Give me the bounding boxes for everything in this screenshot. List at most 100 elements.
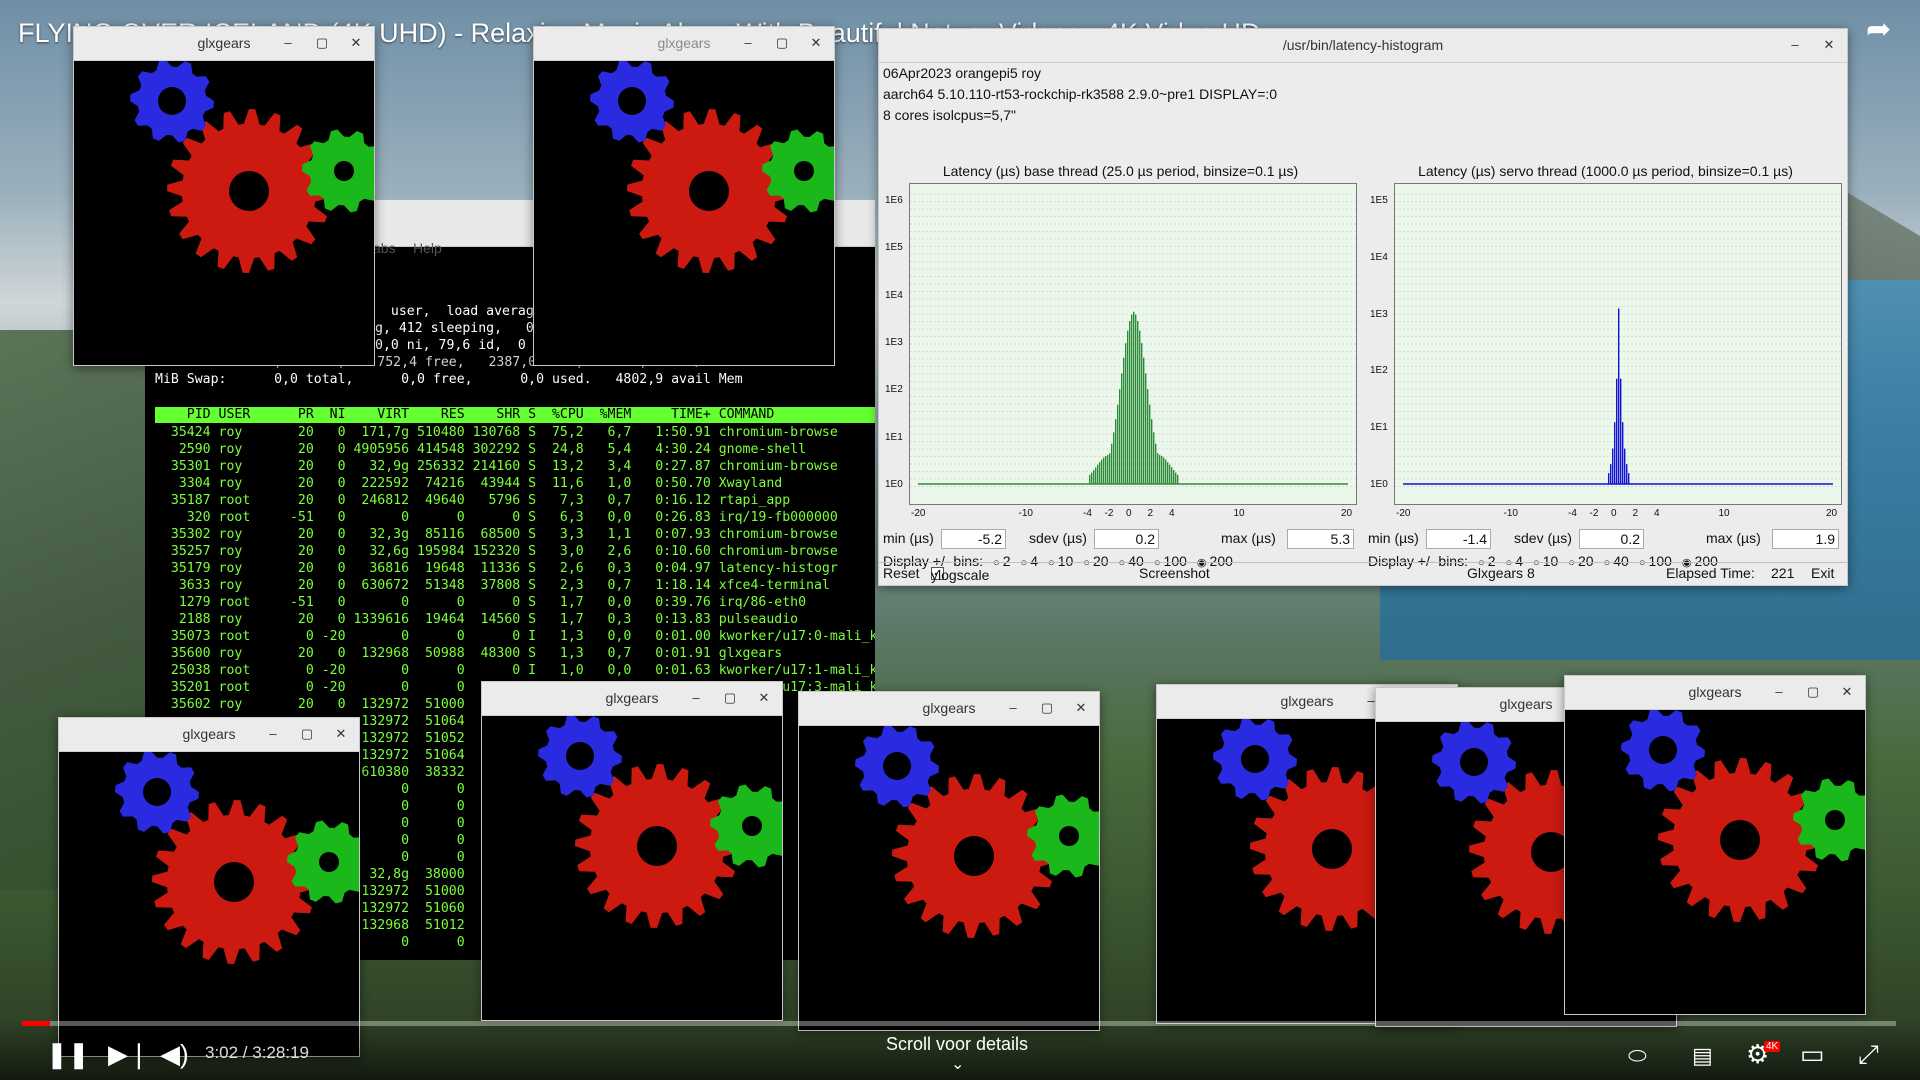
minimize-icon[interactable]: – [1785,35,1805,55]
glxgears-window[interactable]: glxgears–▢✕ [73,26,375,366]
histogram-bar [1113,432,1115,484]
close-icon[interactable]: ✕ [806,33,826,53]
gear-hole [1059,826,1079,846]
base-max-value: 5.3 [1287,529,1354,549]
minimize-icon[interactable]: – [263,724,283,744]
window-titlebar[interactable]: glxgears–▢✕ [1565,676,1865,710]
window-titlebar[interactable]: glxgears–▢✕ [74,27,374,61]
histogram-bar [1115,419,1117,484]
pause-icon[interactable]: ❚❚ [46,1040,90,1068]
window-titlebar[interactable]: glxgears–▢✕ [482,682,782,716]
menu-help[interactable]: Help [413,240,442,256]
histogram-bar [1624,448,1626,484]
share-icon[interactable]: ➦ [1866,15,1891,45]
y-tick-label: 1E3 [1370,308,1388,320]
exit-fullscreen-icon[interactable]: ⤢ [1858,1040,1879,1068]
histogram-bar [1123,357,1125,484]
minimize-icon[interactable]: – [1003,698,1023,718]
info-line: 06Apr2023 orangepi5 roy [883,65,1042,81]
process-row: 3633 roy 20 0 630672 51348 37808 S 2,3 0… [155,578,830,593]
volume-icon[interactable]: ◀) [160,1040,189,1068]
histogram-bar [1101,459,1103,484]
screenshot-button[interactable]: Screenshot [1139,565,1210,581]
gear-hole [334,161,354,181]
maximize-icon[interactable]: ▢ [297,724,317,744]
scroll-hint[interactable]: Scroll voor details [886,1034,1028,1055]
close-icon[interactable]: ✕ [1819,35,1839,55]
glxgears-window[interactable]: glxgears–▢✕ [798,691,1100,1031]
elapsed-value: 221 [1771,565,1795,581]
subtitles-icon[interactable]: ▤ [1692,1042,1713,1070]
gear-hole [566,742,594,770]
glxgears-window[interactable]: glxgears–▢✕ [58,717,360,1057]
menu-tabs[interactable]: abs [373,240,396,256]
next-icon[interactable]: ▶❘ [108,1040,150,1068]
histogram-bar [1127,330,1129,484]
reset-button[interactable]: Reset [883,565,920,581]
histogram-bar [1608,473,1610,484]
base-thread-panel: Latency (µs) base thread (25.0 µs period… [879,161,1362,589]
glxgears-window[interactable]: glxgears–▢✕ [481,681,783,1021]
x-tick-label: 10 [1233,508,1245,519]
autoplay-toggle-icon[interactable]: ⬭ [1628,1042,1647,1070]
gear-hole [794,161,814,181]
window-titlebar[interactable]: /usr/bin/latency-histogram – ✕ [879,29,1847,63]
window-titlebar[interactable]: glxgears–▢✕ [59,718,359,752]
histogram-bar [1095,467,1097,484]
histogram-svg [1395,193,1841,487]
gear-hole [229,171,269,211]
glxgears-window[interactable]: glxgears–▢✕ [533,26,835,366]
histogram-bar [1177,474,1179,484]
minimize-icon[interactable]: – [686,688,706,708]
x-tick-label: -4 [1568,508,1577,519]
maximize-icon[interactable]: ▢ [1037,698,1057,718]
maximize-icon[interactable]: ▢ [1803,682,1823,702]
info-line: 8 cores isolcpus=5,7" [883,107,1016,123]
y-tick-label: 1E4 [1370,251,1388,263]
close-icon[interactable]: ✕ [1837,682,1857,702]
close-icon[interactable]: ✕ [754,688,774,708]
histogram-bar [1131,314,1133,484]
minimize-icon[interactable]: – [738,33,758,53]
y-tick-label: 1E1 [885,431,903,443]
servo-histogram-plot [1394,183,1842,505]
histogram-bar [1614,422,1616,484]
base-stats: min (µs) -5.2 sdev (µs) 0.2 max (µs) 5.3 [879,529,1362,549]
servo-thread-panel: Latency (µs) servo thread (1000.0 µs per… [1364,161,1847,589]
info-line: aarch64 5.10.110-rt53-rockchip-rk3588 2.… [883,86,1278,102]
histogram-bar [1121,373,1123,484]
gear-hole [143,778,171,806]
maximize-icon[interactable]: ▢ [720,688,740,708]
window-titlebar[interactable]: glxgears–▢✕ [534,27,834,61]
glxgears-button[interactable]: Glxgears [1467,565,1523,581]
close-icon[interactable]: ✕ [331,724,351,744]
cast-icon[interactable]: ▭ [1800,1040,1825,1068]
maximize-icon[interactable]: ▢ [772,33,792,53]
maximize-icon[interactable]: ▢ [312,33,332,53]
exit-button[interactable]: Exit [1811,565,1834,581]
process-row: 1279 root -51 0 0 0 0 S 1,7 0,0 0:39.76 … [155,595,807,610]
gear-hole [883,752,911,780]
minimize-icon[interactable]: – [278,33,298,53]
glxgears-window[interactable]: glxgears–▢✕ [1564,675,1866,1015]
gear-hole [742,816,762,836]
close-icon[interactable]: ✕ [1071,698,1091,718]
x-tick-label: 0 [1126,508,1132,519]
latency-histogram-window[interactable]: /usr/bin/latency-histogram – ✕ 06Apr2023… [878,28,1848,586]
window-titlebar[interactable]: glxgears–▢✕ [799,692,1099,726]
x-tick-label: 20 [1826,508,1838,519]
histogram-bar [1151,419,1153,484]
gear-hole [954,836,994,876]
histogram-bar [1610,464,1612,484]
servo-min-value: -1.4 [1426,529,1491,549]
video-progress[interactable] [22,1021,1896,1026]
histogram-bar [1137,320,1139,484]
x-tick-label: 20 [1341,508,1353,519]
histogram-bar [1618,308,1620,484]
histogram-bar [1099,462,1101,484]
process-row: 35302 roy 20 0 32,3g 85116 68500 S 3,3 1… [155,527,838,542]
glxgears-count[interactable]: 8 [1527,565,1535,581]
minimize-icon[interactable]: – [1769,682,1789,702]
close-icon[interactable]: ✕ [346,33,366,53]
chevron-down-icon[interactable]: ⌄ [951,1054,964,1074]
